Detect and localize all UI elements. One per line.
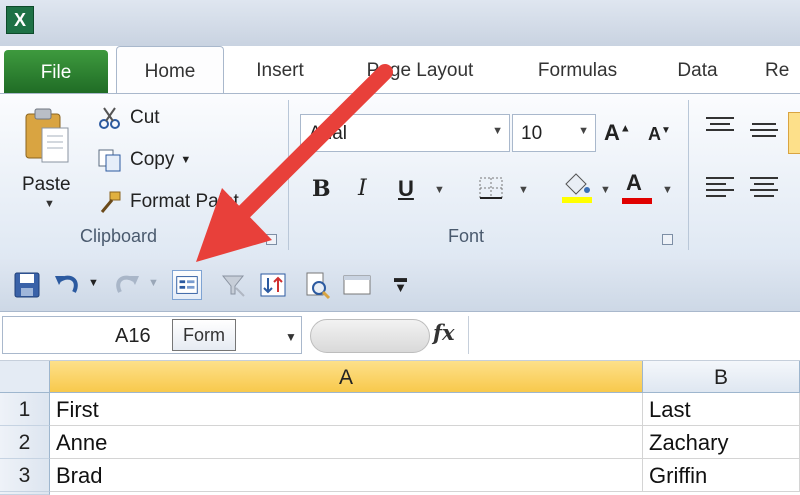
copy-dropdown-icon[interactable]: ▼ [180, 154, 191, 166]
shrink-font-glyph: A [648, 124, 661, 144]
formula-input[interactable] [468, 316, 800, 354]
font-name-combo[interactable]: Arial ▼ [300, 114, 510, 152]
group-divider [288, 100, 289, 250]
chevron-down-icon[interactable]: ▼ [600, 184, 611, 196]
title-bar: X [0, 0, 800, 46]
italic-button[interactable]: I [358, 176, 367, 201]
tab-data[interactable]: Data [665, 46, 730, 94]
font-launcher-icon[interactable] [662, 234, 673, 245]
font-name-value: Arial [309, 123, 348, 144]
copy-label: Copy [130, 149, 175, 171]
column-header-a[interactable]: A [50, 361, 643, 393]
borders-icon[interactable] [478, 176, 504, 200]
scissors-icon [99, 107, 120, 129]
grow-font-glyph: A [604, 120, 620, 145]
tab-insert[interactable]: Insert [235, 46, 325, 94]
cell-b2[interactable]: Zachary [643, 426, 800, 459]
ribbon: Paste ▼ Cut Copy ▼ Format Paint Clipboard… [0, 93, 800, 260]
ribbon-tabs: File Home Insert Page Layout Formulas Da… [0, 46, 800, 95]
sort-icon[interactable] [258, 270, 288, 300]
cell-b1[interactable]: Last [643, 393, 800, 426]
name-box-value: A16 [115, 325, 151, 347]
group-divider [688, 100, 689, 250]
chevron-down-icon[interactable]: ▼ [662, 184, 673, 196]
chevron-down-icon[interactable]: ▼ [434, 184, 445, 196]
redo-dropdown-icon[interactable]: ▼ [148, 277, 159, 289]
excel-icon[interactable]: X [6, 6, 34, 34]
chevron-down-icon[interactable]: ▼ [492, 125, 503, 137]
undo-dropdown-icon[interactable]: ▼ [88, 277, 99, 289]
format-painter-label: Format Paint [130, 191, 239, 213]
chevron-down-icon[interactable]: ▼ [285, 330, 297, 344]
clipboard-group-label: Clipboard [80, 226, 158, 246]
shrink-font-button[interactable]: A▼ [648, 124, 671, 145]
bold-button[interactable]: B [312, 176, 331, 202]
copy-button[interactable]: Copy ▼ [96, 148, 191, 172]
copy-icon [98, 149, 121, 172]
quick-access-toolbar: ▼ ▼ ▬ ▼ [0, 259, 800, 312]
cell-a1[interactable]: First [50, 393, 643, 426]
row-header[interactable]: 1 [0, 393, 50, 426]
format-painter-button[interactable]: Format Paint [96, 190, 239, 214]
underline-button[interactable]: U [398, 176, 414, 202]
row-header[interactable]: 3 [0, 459, 50, 492]
font-color-button[interactable]: A [626, 170, 642, 196]
print-preview-icon[interactable] [302, 270, 332, 300]
formula-bar-expander[interactable] [310, 319, 430, 353]
paste-icon[interactable] [22, 106, 72, 166]
redo-icon[interactable] [112, 270, 142, 300]
form-tooltip: Form [172, 319, 236, 351]
tab-review[interactable]: Re [765, 46, 800, 94]
align-top-icon[interactable] [706, 116, 734, 136]
cell-b3[interactable]: Griffin [643, 459, 800, 492]
form-icon[interactable] [172, 270, 202, 300]
grow-font-button[interactable]: A▲ [604, 120, 631, 146]
select-all-corner[interactable] [0, 361, 50, 393]
cell-a3[interactable]: Brad [50, 459, 643, 492]
font-size-combo[interactable]: 10 ▼ [512, 114, 596, 152]
window-icon[interactable] [342, 270, 372, 300]
tab-home[interactable]: Home [116, 46, 224, 95]
save-icon[interactable] [12, 270, 42, 300]
fill-color-icon[interactable] [560, 170, 594, 204]
cut-label: Cut [130, 107, 160, 129]
tab-page-layout[interactable]: Page Layout [355, 46, 485, 94]
font-size-value: 10 [521, 123, 543, 144]
font-group-label: Font [448, 226, 485, 246]
align-middle-icon[interactable] [750, 122, 778, 142]
undo-icon[interactable] [52, 270, 82, 300]
chevron-down-icon[interactable]: ▼ [44, 198, 55, 210]
font-color-swatch [622, 198, 652, 204]
align-center-icon[interactable] [750, 176, 778, 198]
worksheet-grid: A B 1 First Last 2 Anne Zachary 3 Brad G… [0, 361, 800, 495]
tab-file[interactable]: File [4, 50, 108, 94]
clear-filter-icon[interactable] [218, 270, 248, 300]
align-bottom-icon[interactable] [788, 112, 800, 154]
row-header[interactable]: 2 [0, 426, 50, 459]
paste-button-label[interactable]: Paste [22, 174, 71, 196]
tab-formulas[interactable]: Formulas [520, 46, 635, 94]
paintbrush-icon [100, 191, 121, 213]
cut-button[interactable]: Cut [96, 106, 160, 130]
insert-function-icon[interactable]: fx [433, 320, 455, 345]
column-header-b[interactable]: B [643, 361, 800, 393]
chevron-down-icon[interactable]: ▼ [518, 184, 529, 196]
name-box[interactable]: A16 ▼ [2, 316, 302, 354]
customize-toolbar-icon[interactable]: ▬ ▼ [394, 271, 407, 294]
cell-a2[interactable]: Anne [50, 426, 643, 459]
clipboard-launcher-icon[interactable] [266, 234, 277, 245]
chevron-down-icon[interactable]: ▼ [578, 125, 589, 137]
formula-bar: A16 ▼ Form fx [0, 312, 800, 361]
align-left-icon[interactable] [706, 176, 734, 198]
